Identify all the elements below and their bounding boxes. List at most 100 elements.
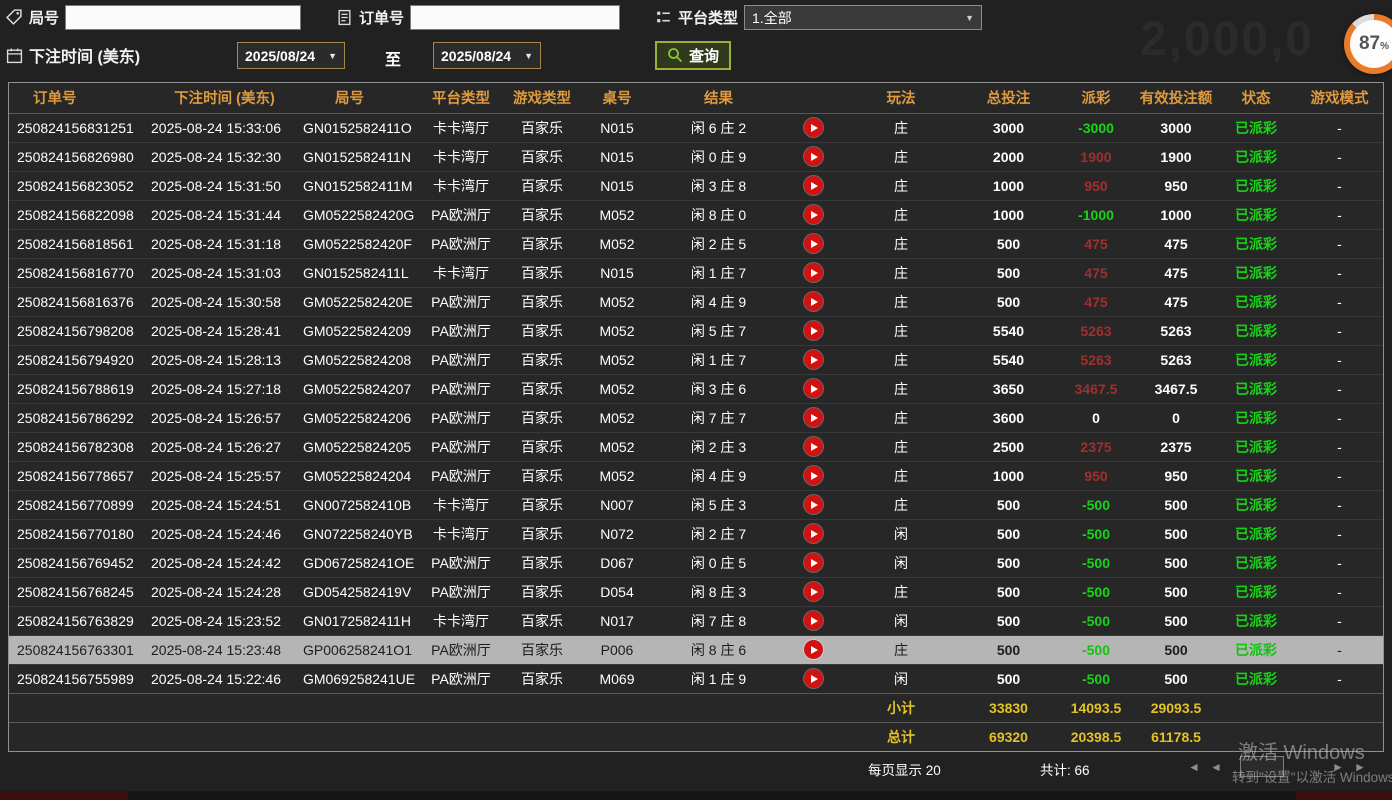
table_no-cell: N017 (583, 606, 651, 635)
mode-cell: - (1296, 171, 1383, 200)
play-video-icon[interactable] (804, 524, 823, 543)
order-cell: 250824156763301 (9, 635, 149, 664)
table-row[interactable]: 2508241568230522025-08-24 15:31:50GN0152… (9, 171, 1383, 200)
platform-cell: PA欧洲厅 (421, 316, 501, 345)
table-row[interactable]: 2508241567786572025-08-24 15:25:57GM0522… (9, 461, 1383, 490)
column-header: 桌号 (583, 83, 651, 113)
play-video-icon[interactable] (804, 495, 823, 514)
wager-cell: 庄 (841, 171, 961, 200)
mode-cell: - (1296, 258, 1383, 287)
next-page-icon[interactable]: ► (1332, 760, 1344, 774)
wager-cell: 庄 (841, 490, 961, 519)
status-cell: 已派彩 (1216, 229, 1296, 258)
payout-cell: -500 (1056, 490, 1136, 519)
total-cell: 500 (961, 577, 1056, 606)
total-cell: 1000 (961, 461, 1056, 490)
last-page-icon[interactable]: ► (1354, 760, 1366, 774)
table-row[interactable]: 2508241567862922025-08-24 15:26:57GM0522… (9, 403, 1383, 432)
valid-cell: 500 (1136, 606, 1216, 635)
play-video-icon[interactable] (804, 669, 823, 688)
table-row[interactable]: 2508241567708992025-08-24 15:24:51GN0072… (9, 490, 1383, 519)
payout-cell: 475 (1056, 258, 1136, 287)
valid-cell: 500 (1136, 490, 1216, 519)
round-cell: GM05225824206 (299, 403, 421, 432)
round-cell: GM05225824208 (299, 345, 421, 374)
date-from-picker[interactable]: 2025/08/24 ▼ (237, 42, 345, 69)
table_no-cell: N007 (583, 490, 651, 519)
payout-cell: 5263 (1056, 345, 1136, 374)
table-row[interactable]: 2508241567701802025-08-24 15:24:46GN0722… (9, 519, 1383, 548)
chevron-down-icon: ▼ (328, 51, 337, 61)
platform-cell: 卡卡湾厅 (421, 519, 501, 548)
table_no-cell: M052 (583, 345, 651, 374)
play-video-icon[interactable] (804, 611, 823, 630)
table-row[interactable]: 2508241567949202025-08-24 15:28:13GM0522… (9, 345, 1383, 374)
table-row[interactable]: 2508241567638292025-08-24 15:23:52GN0172… (9, 606, 1383, 635)
prev-page-icon[interactable]: ◄ (1210, 760, 1222, 774)
play-video-icon[interactable] (804, 379, 823, 398)
calendar-icon (6, 47, 23, 64)
query-button[interactable]: 查询 (655, 41, 731, 70)
per-page-text[interactable]: 每页显示 20 (868, 759, 941, 779)
play-video-icon[interactable] (804, 640, 823, 659)
time-cell: 2025-08-24 15:23:52 (149, 606, 299, 635)
platform-cell: PA欧洲厅 (421, 432, 501, 461)
play-video-icon[interactable] (804, 437, 823, 456)
play-video-icon[interactable] (804, 263, 823, 282)
table-row[interactable]: 2508241567633012025-08-24 15:23:48GP0062… (9, 635, 1383, 664)
game-cell: 百家乐 (501, 287, 583, 316)
platform-select[interactable]: 1.全部 ▼ (744, 5, 982, 30)
table-row[interactable]: 2508241567559892025-08-24 15:22:46GM0692… (9, 664, 1383, 693)
result-cell: 闲 7 庄 7 (651, 403, 786, 432)
date-to-picker[interactable]: 2025/08/24 ▼ (433, 42, 541, 69)
table-row[interactable]: 2508241567682452025-08-24 15:24:28GD0542… (9, 577, 1383, 606)
table-row[interactable]: 2508241567694522025-08-24 15:24:42GD0672… (9, 548, 1383, 577)
payout-cell: -3000 (1056, 113, 1136, 142)
table-row[interactable]: 2508241568163762025-08-24 15:30:58GM0522… (9, 287, 1383, 316)
order-cell: 250824156755989 (9, 664, 149, 693)
result-cell: 闲 4 庄 9 (651, 287, 786, 316)
play-video-icon[interactable] (804, 350, 823, 369)
payout-cell: 950 (1056, 461, 1136, 490)
round-cell: GM0522582420G (299, 200, 421, 229)
result-video-cell (786, 461, 841, 490)
play-video-icon[interactable] (804, 582, 823, 601)
time-cell: 2025-08-24 15:24:46 (149, 519, 299, 548)
table-row[interactable]: 2508241568167702025-08-24 15:31:03GN0152… (9, 258, 1383, 287)
order-cell: 250824156816376 (9, 287, 149, 316)
platform-cell: PA欧洲厅 (421, 635, 501, 664)
platform-cell: 卡卡湾厅 (421, 490, 501, 519)
play-video-icon[interactable] (804, 466, 823, 485)
table-row[interactable]: 2508241567982082025-08-24 15:28:41GM0522… (9, 316, 1383, 345)
payout-cell: -500 (1056, 519, 1136, 548)
play-video-icon[interactable] (804, 553, 823, 572)
play-video-icon[interactable] (804, 205, 823, 224)
play-video-icon[interactable] (804, 408, 823, 427)
goto-page-input[interactable] (1240, 756, 1284, 777)
table-row[interactable]: 2508241568220982025-08-24 15:31:44GM0522… (9, 200, 1383, 229)
result-video-cell (786, 606, 841, 635)
order-cell: 250824156818561 (9, 229, 149, 258)
table-row[interactable]: 2508241567886192025-08-24 15:27:18GM0522… (9, 374, 1383, 403)
result-cell: 闲 1 庄 7 (651, 258, 786, 287)
mode-cell: - (1296, 606, 1383, 635)
total-cell: 500 (961, 490, 1056, 519)
play-video-icon[interactable] (804, 147, 823, 166)
play-video-icon[interactable] (804, 234, 823, 253)
order-label: 订单号 (359, 7, 404, 28)
status-cell: 已派彩 (1216, 432, 1296, 461)
play-video-icon[interactable] (804, 292, 823, 311)
time-cell: 2025-08-24 15:26:57 (149, 403, 299, 432)
play-video-icon[interactable] (804, 118, 823, 137)
grand-total-row: 总计 69320 20398.5 61178.5 (9, 722, 1383, 751)
table-row[interactable]: 2508241568312512025-08-24 15:33:06GN0152… (9, 113, 1383, 142)
table-row[interactable]: 2508241568185612025-08-24 15:31:18GM0522… (9, 229, 1383, 258)
round-input[interactable] (65, 5, 301, 30)
table-row[interactable]: 2508241567823082025-08-24 15:26:27GM0522… (9, 432, 1383, 461)
table-row[interactable]: 2508241568269802025-08-24 15:32:30GN0152… (9, 142, 1383, 171)
date-range-to-label: 至 (385, 46, 401, 70)
play-video-icon[interactable] (804, 321, 823, 340)
first-page-icon[interactable]: ◄ (1188, 760, 1200, 774)
play-video-icon[interactable] (804, 176, 823, 195)
order-input[interactable] (410, 5, 620, 30)
